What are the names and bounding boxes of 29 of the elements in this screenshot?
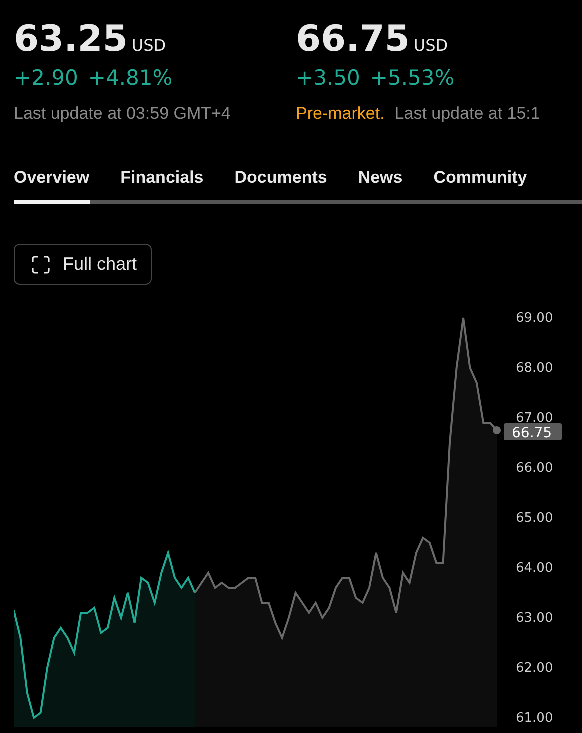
tab[interactable]: Community [434, 168, 528, 204]
currency: USD [132, 36, 166, 55]
tab[interactable]: News [358, 168, 403, 204]
price: 66.75 [296, 20, 410, 60]
tab[interactable]: Overview [14, 168, 90, 204]
price-change: +2.90 [14, 66, 78, 90]
y-axis-label: 69.00 [516, 311, 554, 326]
session-label: Pre-market. [296, 104, 385, 124]
last-price-tag: 66.75 [504, 424, 562, 442]
y-axis-label: 66.00 [516, 461, 554, 476]
y-axis-label: 63.00 [516, 611, 554, 626]
price-change-percent: +5.53% [370, 66, 455, 90]
y-axis-label: 61.00 [516, 711, 554, 726]
price-change: +3.50 [296, 66, 360, 90]
last-update-text: Last update at 15:1 [394, 104, 540, 124]
fullscreen-icon [31, 254, 51, 274]
y-axis-label: 67.00 [516, 411, 554, 426]
y-axis-label: 62.00 [516, 661, 554, 676]
tab[interactable]: Financials [120, 168, 204, 204]
y-axis-label: 64.00 [516, 561, 554, 576]
full-chart-button[interactable]: Full chart [14, 244, 152, 285]
price: 63.25 [14, 20, 128, 60]
currency: USD [414, 36, 448, 55]
y-axis-label: 65.00 [516, 511, 554, 526]
last-price-dot [493, 426, 501, 434]
last-update-text: Last update at 03:59 GMT+4 [14, 104, 231, 124]
tab[interactable]: Documents [234, 168, 328, 204]
price-change-percent: +4.81% [88, 66, 173, 90]
y-axis-label: 68.00 [516, 361, 554, 376]
